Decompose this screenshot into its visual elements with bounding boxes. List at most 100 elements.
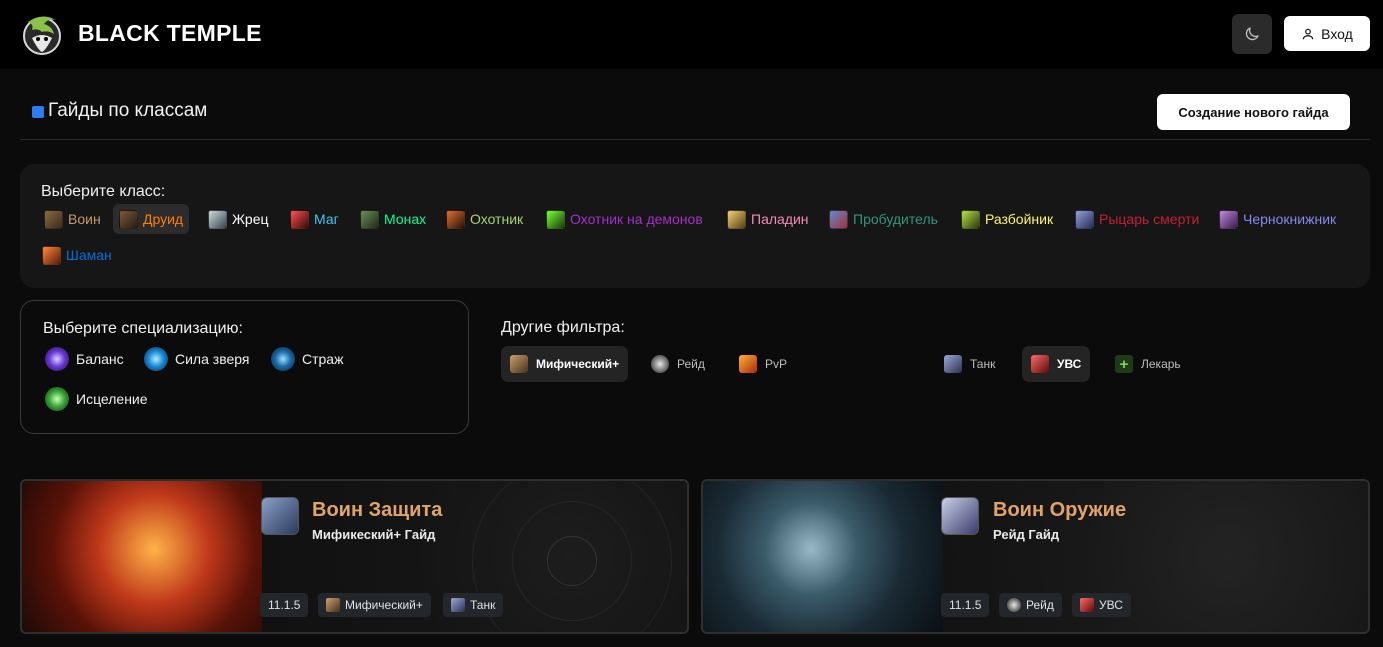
filter-label: УВС [1057, 357, 1082, 371]
skull-icon [1007, 598, 1021, 612]
top-navbar: BLACK TEMPLE Вход [0, 0, 1383, 69]
tag-label: Мифический+ [345, 598, 423, 612]
guide-title: Воин Оружие [993, 499, 1127, 521]
class-chip-label: Воин [68, 211, 101, 227]
monk-icon [360, 209, 379, 229]
class-chip-label: Маг [314, 211, 339, 227]
filter-label: PvP [765, 357, 788, 371]
class-chip-label: Жрец [232, 211, 269, 227]
spec-selector-panel: Выберите специализацию: Баланс Сила звер… [20, 300, 469, 434]
guardian-icon [271, 347, 295, 371]
class-chip-monk[interactable]: Монах [354, 204, 432, 234]
warlock-icon [1219, 209, 1238, 229]
class-chip-label: Шаман [66, 247, 112, 263]
tag-label: 11.1.5 [949, 598, 982, 612]
demon-hunter-icon [546, 209, 565, 229]
filter-label: Мифический+ [536, 357, 620, 371]
hunter-icon [446, 209, 465, 229]
plus-icon: + [1115, 355, 1133, 373]
sword-icon [1080, 598, 1094, 612]
filter-dps[interactable]: УВС [1022, 346, 1091, 382]
death-knight-icon [1075, 209, 1094, 229]
warrior-icon [44, 209, 63, 229]
login-button[interactable]: Вход [1284, 16, 1370, 51]
filters-label: Другие фильтра: [501, 319, 625, 336]
divider [20, 139, 1370, 140]
class-chip-warrior[interactable]: Воин [38, 204, 107, 234]
class-chip-label: Пробудитель [853, 211, 938, 227]
black-temple-logo[interactable] [18, 10, 66, 58]
class-chip-warlock[interactable]: Чернокнижник [1213, 204, 1342, 234]
guide-card[interactable]: Воин Защита Мификеский+ Гайд 11.1.5 Мифи… [20, 479, 689, 634]
spec-balance[interactable]: Баланс [45, 346, 124, 372]
guide-subtitle: Мификеский+ Гайд [312, 527, 436, 542]
class-chip-label: Паладин [751, 211, 809, 227]
spec-label: Страж [302, 351, 344, 367]
create-guide-button[interactable]: Создание нового гайда [1157, 94, 1350, 130]
filter-label: Лекарь [1141, 357, 1181, 371]
role-tag: УВС [1072, 593, 1131, 617]
priest-icon [208, 209, 227, 229]
class-chip-rogue[interactable]: Разбойник [955, 204, 1059, 234]
guide-card-art [22, 481, 262, 632]
class-chip-death-knight[interactable]: Рыцарь смерти [1069, 204, 1205, 234]
filter-raid[interactable]: Рейд [642, 346, 714, 382]
rogue-icon [961, 209, 980, 229]
feral-icon [144, 347, 168, 371]
class-chip-label: Охотник на демонов [570, 211, 703, 227]
class-chip-label: Охотник [470, 211, 524, 227]
guide-subtitle: Рейд Гайд [993, 527, 1060, 542]
filter-label: Танк [970, 357, 996, 371]
spec-guardian[interactable]: Страж [271, 346, 343, 372]
filter-healer[interactable]: + Лекарь [1106, 346, 1190, 382]
class-chip-hunter[interactable]: Охотник [440, 204, 529, 234]
pvp-icon [739, 355, 757, 373]
login-label: Вход [1321, 25, 1353, 42]
theme-toggle-button[interactable] [1232, 14, 1272, 54]
shaman-icon [42, 245, 61, 265]
tag-label: УВС [1099, 598, 1123, 612]
arms-warrior-icon [941, 497, 979, 535]
class-selector-label: Выберите класс: [41, 183, 166, 200]
class-chip-label: Разбойник [985, 211, 1054, 227]
evoker-icon [829, 209, 848, 229]
content-tag: Рейд [999, 593, 1062, 617]
druid-icon [119, 209, 138, 229]
class-chip-shaman[interactable]: Шаман [36, 240, 118, 270]
class-selector-panel: Выберите класс: Воин Друид Жрец Маг Мона… [20, 164, 1370, 288]
shield-icon [944, 355, 962, 373]
tag-label: Рейд [1026, 598, 1054, 612]
class-chip-demon-hunter[interactable]: Охотник на демонов [540, 204, 709, 234]
filter-label: Рейд [677, 357, 705, 371]
mythic-key-icon [326, 598, 340, 612]
patch-tag: 11.1.5 [941, 593, 990, 617]
filter-mythic-plus[interactable]: Мифический+ [501, 346, 629, 382]
restoration-icon [45, 387, 69, 411]
spec-selector-label: Выберите специализацию: [43, 320, 243, 337]
guide-card-art [703, 481, 943, 632]
mythic-key-icon [510, 355, 528, 373]
spec-label: Сила зверя [175, 351, 250, 367]
shield-icon [451, 598, 465, 612]
tag-label: 11.1.5 [268, 598, 301, 612]
content-tag: Мифический+ [318, 593, 431, 617]
page-title: Гайды по классам [48, 100, 208, 121]
patch-tag: 11.1.5 [260, 593, 309, 617]
sword-icon [1031, 355, 1049, 373]
class-chip-priest[interactable]: Жрец [202, 204, 275, 234]
spec-feral[interactable]: Сила зверя [144, 346, 249, 372]
role-tag: Танк [443, 593, 504, 617]
guide-card[interactable]: Воин Оружие Рейд Гайд 11.1.5 Рейд УВС [701, 479, 1370, 634]
class-chip-mage[interactable]: Маг [284, 204, 345, 234]
brand-name[interactable]: BLACK TEMPLE [78, 20, 262, 47]
tag-label: Танк [470, 598, 496, 612]
class-chip-evoker[interactable]: Пробудитель [823, 204, 944, 234]
spec-label: Исцеление [76, 391, 148, 407]
filter-tank[interactable]: Танк [935, 346, 1004, 382]
spec-restoration[interactable]: Исцеление [45, 386, 148, 412]
class-chip-paladin[interactable]: Паладин [721, 204, 815, 234]
class-chip-label: Рыцарь смерти [1099, 211, 1200, 227]
filter-pvp[interactable]: PvP [730, 346, 796, 382]
spec-label: Баланс [76, 351, 124, 367]
class-chip-druid[interactable]: Друид [113, 204, 190, 234]
